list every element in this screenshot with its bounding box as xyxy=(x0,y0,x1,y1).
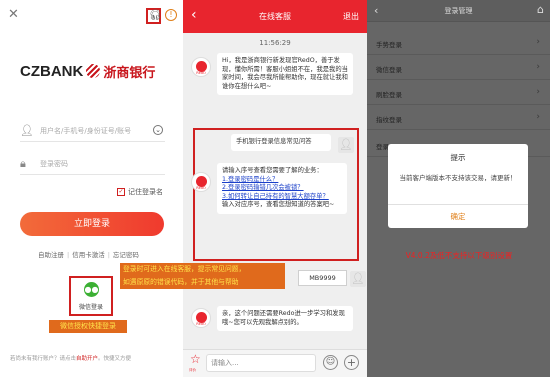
bot-name: RedO xyxy=(196,71,206,75)
dialog-title: 提示 xyxy=(450,153,466,162)
chat-note: 登录时可进入在线客服，提示常见问题， 如遇原原的错误代码，并于其他与帮助 xyxy=(120,263,285,289)
row-label: 刷脸登录 xyxy=(376,91,402,99)
bot-name: RedO xyxy=(196,322,206,326)
bot-avatar: RedO xyxy=(191,172,211,192)
login-screen: ✕ 🎧︎ ! CZBANK 浙商银行 👤︎ 用户名/手机号/身份证号/账号 ⌄ … xyxy=(0,0,183,377)
chat-note-line2: 如遇原原的错误代码，并于其他与帮助 xyxy=(123,278,239,286)
menu-item-2[interactable]: 2.登录密码输错几次会被锁？ xyxy=(222,184,342,193)
exit-button[interactable]: 退出 xyxy=(343,11,359,22)
emoji-icon[interactable]: ☺ xyxy=(323,355,338,370)
chat-header: ‹ 在线客服 退出 xyxy=(183,0,367,33)
bottom-text: 若尚未有我行账户？请点击 xyxy=(10,356,77,362)
row-face-login[interactable]: 刷脸登录 › xyxy=(367,81,550,105)
logo-cn: 浙商银行 xyxy=(103,65,156,81)
card-activate-link[interactable]: 信用卡激活 xyxy=(72,251,105,259)
menu-footer: 输入对应序号，查看您想知道的答案吧~ xyxy=(222,201,335,209)
remember-label: 记住登录名 xyxy=(128,188,163,196)
chevron-right-icon: › xyxy=(536,37,540,47)
dialog-message: 当前客户端版本不支持该交易，请更新！ xyxy=(399,174,517,182)
wechat-label: 微信登录 xyxy=(78,304,103,311)
chat-title: 在线客服 xyxy=(259,12,291,21)
chevron-right-icon: › xyxy=(536,112,540,122)
user-avatar-icon: 👤︎ xyxy=(350,271,366,287)
menu-item-1[interactable]: 1.登录密码是什么？ xyxy=(222,176,342,185)
open-account-link[interactable]: 自助开户 xyxy=(76,356,98,362)
password-placeholder: 登录密码 xyxy=(40,160,68,168)
menu-intro: 请输入序号查看您需要了解的业务： xyxy=(222,167,323,174)
password-field[interactable]: 🔒︎ 登录密码 xyxy=(20,155,165,175)
headphone-icon: 🎧︎ xyxy=(149,10,162,21)
user-avatar-icon: 👤︎ xyxy=(338,137,354,153)
bank-logo: CZBANK 浙商银行 xyxy=(20,62,156,81)
row-gesture-login[interactable]: 手势登录 › xyxy=(367,31,550,55)
login-links: 自助注册 | 信用卡激活 | 忘记密码 xyxy=(38,251,139,259)
row-label: 微信登录 xyxy=(376,66,402,74)
star-icon[interactable]: ☆ xyxy=(190,352,201,366)
wechat-login-button[interactable]: ●● 微信登录 xyxy=(69,276,113,316)
manage-header: ‹ 登录管理 ⌂ xyxy=(367,0,550,22)
dialog-ok-button[interactable]: 确定 xyxy=(388,211,528,222)
mb-reply: MB9999 xyxy=(298,270,347,286)
chevron-right-icon: › xyxy=(536,62,540,72)
logo-en: CZBANK xyxy=(20,62,84,80)
row-wechat-login[interactable]: 微信登录 › xyxy=(367,56,550,80)
remember-checkbox[interactable]: ✓ 记住登录名 xyxy=(117,187,163,197)
login-manage-screen: ‹ 登录管理 ⌂ 手势登录 › 微信登录 › 刷脸登录 › 指纹登录 › 登录 提示 当… xyxy=(367,0,550,377)
info-icon[interactable]: ! xyxy=(165,9,177,21)
study-message: 亲，这个问题还需要Redo进一步学习和发现哦~您可以先观我解点别的。 xyxy=(217,306,353,332)
row-label: 手势登录 xyxy=(376,41,402,49)
chevron-right-icon: › xyxy=(536,87,540,97)
chat-input-bar: ☆ 评价 请输入... ☺ + xyxy=(183,349,367,377)
chevron-down-icon[interactable]: ⌄ xyxy=(153,125,163,135)
chat-input[interactable]: 请输入... xyxy=(206,354,316,372)
manage-title: 登录管理 xyxy=(444,7,473,15)
chat-note-line1: 登录时可进入在线客服，提示常见问题， xyxy=(123,265,246,273)
dialog-divider xyxy=(388,204,528,205)
checkbox-icon: ✓ xyxy=(117,188,125,196)
wechat-note: 微信授权快捷登录 xyxy=(49,320,127,333)
chat-timestamp: 11:56:29 xyxy=(259,39,291,47)
lock-icon: 🔒︎ xyxy=(20,157,26,170)
bot-avatar: RedO xyxy=(191,57,211,77)
bot-name: RedO xyxy=(196,186,206,190)
user-icon: 👤︎ xyxy=(20,124,34,137)
plus-icon[interactable]: + xyxy=(344,355,359,370)
register-link[interactable]: 自助注册 xyxy=(38,251,64,259)
close-icon[interactable]: ✕ xyxy=(8,8,20,21)
customer-service-button[interactable]: 🎧︎ xyxy=(146,8,162,24)
account-placeholder: 用户名/手机号/身份证号/账号 xyxy=(40,127,132,135)
row-fingerprint-login[interactable]: 指纹登录 › xyxy=(367,106,550,130)
greeting-message: Hi，我是浙商银行新发现官RedO，善于发现，懂你所需！客服小姐姐不在，我是我的… xyxy=(217,53,353,96)
rate-label: 评价 xyxy=(189,368,196,372)
bottom-suffix: 。快捷又方便 xyxy=(98,356,132,362)
user-message: 手机银行登录信息常见问答 xyxy=(231,134,331,151)
forgot-password-link[interactable]: 忘记密码 xyxy=(113,251,139,259)
account-field[interactable]: 👤︎ 用户名/手机号/身份证号/账号 ⌄ xyxy=(20,122,165,142)
row-label: 指纹登录 xyxy=(376,116,402,124)
chat-screen: ‹ 在线客服 退出 11:56:29 RedO Hi，我是浙商银行新发现官Red… xyxy=(183,0,367,377)
bot-avatar: RedO xyxy=(191,308,211,328)
version-note: V4.0.2及低不支持以下级别设置 xyxy=(405,251,513,260)
home-icon[interactable]: ⌂ xyxy=(537,3,544,16)
logo-mark-icon xyxy=(86,64,101,78)
login-button[interactable]: 立即登录 xyxy=(20,212,164,236)
alert-dialog: 提示 当前客户端版本不支持该交易，请更新！ 确定 xyxy=(388,144,528,228)
menu-message: 请输入序号查看您需要了解的业务： 1.登录密码是什么？ 2.登录密码输错几次会被… xyxy=(217,163,347,214)
bottom-hint: 若尚未有我行账户？请点击自助开户。快捷又方便 xyxy=(10,354,131,362)
wechat-icon: ●● xyxy=(84,282,99,297)
